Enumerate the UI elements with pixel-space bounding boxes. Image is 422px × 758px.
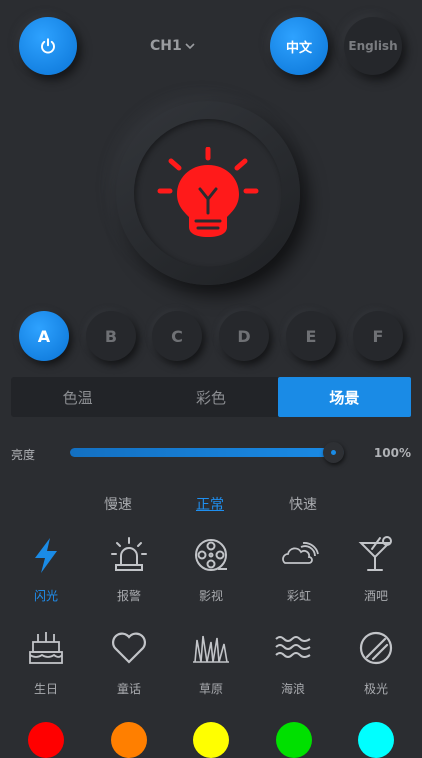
color-swatch-orange[interactable] — [111, 722, 147, 758]
scene-birthday-label: 生日 — [33, 682, 58, 696]
bulb-dial-inner — [134, 119, 282, 267]
brightness-slider[interactable] — [70, 442, 344, 463]
channel-b-button[interactable]: B — [86, 311, 136, 361]
scene-aurora-label: 极光 — [363, 682, 388, 696]
speed-fast-option[interactable]: 快速 — [289, 494, 317, 514]
channel-e-button[interactable]: E — [286, 311, 336, 361]
channel-c-label: C — [171, 326, 183, 346]
channel-d-label: D — [237, 326, 251, 346]
language-zh-button[interactable]: 中文 — [270, 17, 328, 75]
color-swatch-green[interactable] — [276, 722, 312, 758]
channel-a-label: A — [37, 326, 51, 346]
mode-tabs: 色温 彩色 场景 — [11, 377, 411, 417]
color-swatch-cyan[interactable] — [358, 722, 394, 758]
brightness-label: 亮度 — [11, 448, 36, 462]
channel-f-button[interactable]: F — [353, 311, 403, 361]
grass-icon — [193, 635, 229, 663]
chevron-down-icon — [185, 43, 195, 50]
tab-scene[interactable]: 场景 — [277, 377, 411, 417]
cocktail-icon — [358, 536, 392, 571]
scene-fairytale[interactable]: 童话 — [94, 628, 164, 697]
tab-color[interactable]: 彩色 — [144, 377, 277, 417]
aurora-icon — [359, 631, 393, 665]
language-zh-label: 中文 — [285, 40, 312, 56]
bulb-dial[interactable] — [116, 101, 300, 285]
channel-c-button[interactable]: C — [152, 311, 202, 361]
channel-selector-label: CH1 — [150, 38, 182, 54]
channel-a-button[interactable]: A — [19, 311, 69, 361]
lightning-icon — [35, 538, 57, 573]
siren-icon — [111, 537, 147, 571]
brightness-slider-handle[interactable] — [323, 442, 344, 463]
language-en-label: English — [348, 39, 398, 53]
scene-grassland-label: 草原 — [198, 682, 223, 696]
waves-icon — [275, 636, 311, 658]
heart-icon — [112, 632, 146, 664]
scene-movie[interactable]: 影视 — [176, 535, 246, 604]
color-swatch-yellow[interactable] — [193, 722, 229, 758]
light-bulb-icon — [157, 147, 259, 237]
scene-bar-label: 酒吧 — [363, 589, 388, 603]
channel-b-label: B — [104, 326, 118, 346]
power-icon — [41, 38, 55, 54]
language-en-button[interactable]: English — [344, 17, 402, 75]
scene-rainbow-label: 彩虹 — [286, 589, 311, 603]
scene-alarm-label: 报警 — [116, 589, 141, 603]
scene-alarm[interactable]: 报警 — [94, 535, 164, 604]
brightness-value: 100% — [373, 446, 411, 460]
tab-color-temperature[interactable]: 色温 — [11, 377, 144, 417]
color-swatch-red[interactable] — [28, 722, 64, 758]
scene-aurora[interactable]: 极光 — [341, 628, 411, 697]
film-reel-icon — [195, 539, 227, 571]
channel-selector[interactable]: CH1 — [150, 38, 196, 54]
power-button[interactable] — [19, 17, 77, 75]
speed-slow-option[interactable]: 慢速 — [104, 494, 132, 514]
brightness-slider-fill — [70, 448, 344, 457]
channel-f-label: F — [372, 326, 384, 346]
scene-movie-label: 影视 — [198, 589, 223, 603]
scene-rainbow[interactable]: 彩虹 — [264, 535, 334, 604]
channel-e-label: E — [305, 326, 317, 346]
scene-fairytale-label: 童话 — [116, 682, 141, 696]
scene-waves-label: 海浪 — [280, 682, 305, 696]
scene-flash-label: 闪光 — [33, 589, 58, 603]
scene-waves[interactable]: 海浪 — [258, 628, 328, 697]
scene-birthday[interactable]: 生日 — [11, 628, 81, 697]
speed-normal-option[interactable]: 正常 — [196, 494, 224, 514]
scene-flash[interactable]: 闪光 — [11, 535, 81, 604]
rainbow-cloud-icon — [282, 542, 319, 564]
birthday-cake-icon — [29, 632, 63, 664]
channel-d-button[interactable]: D — [219, 311, 269, 361]
scene-grassland[interactable]: 草原 — [176, 628, 246, 697]
scene-bar[interactable]: 酒吧 — [341, 535, 411, 604]
